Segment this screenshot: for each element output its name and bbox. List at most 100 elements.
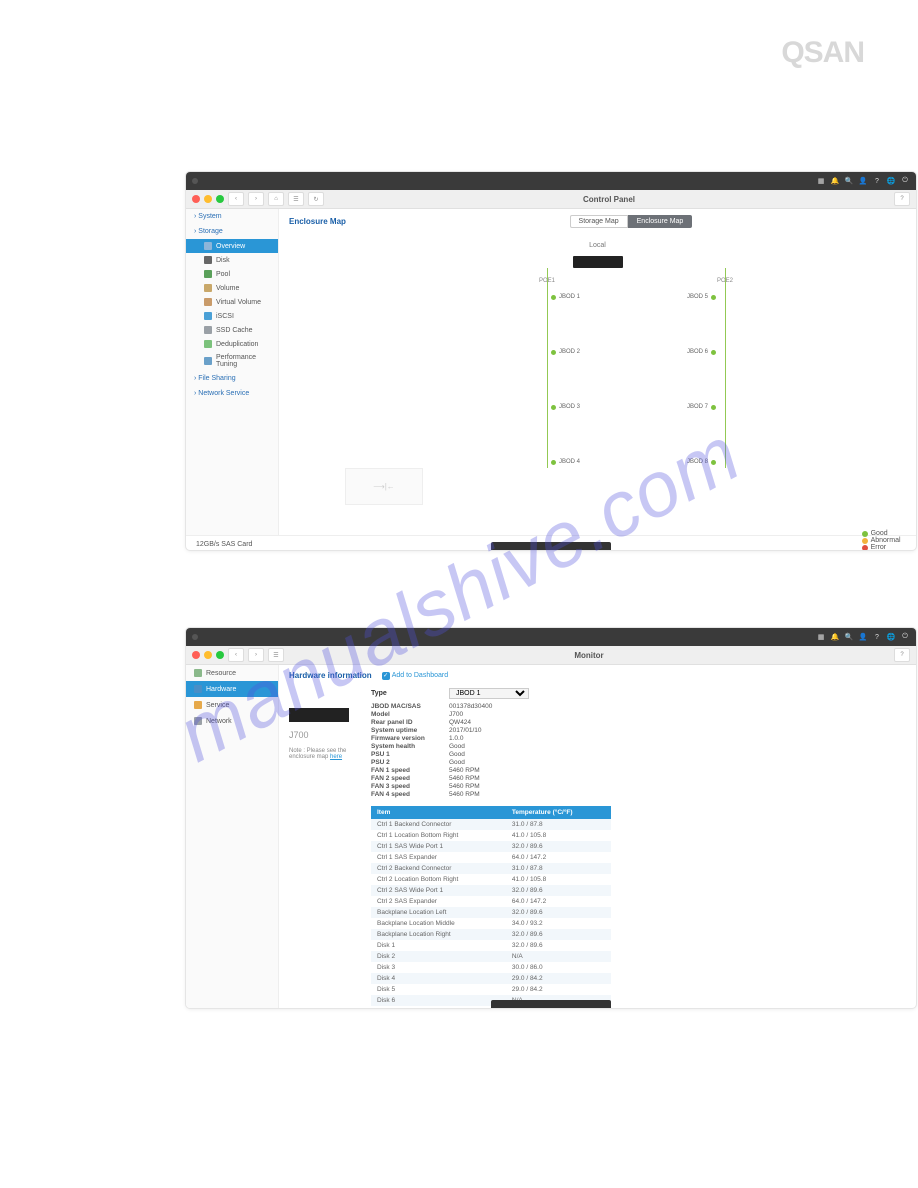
type-select[interactable]: JBOD 1 [449, 688, 529, 699]
help-icon[interactable]: ? [872, 176, 882, 186]
jbod-node[interactable]: JBOD 4 [551, 459, 580, 465]
close-icon[interactable] [192, 195, 200, 203]
cell-item: Ctrl 1 Location Bottom Right [371, 830, 506, 841]
sidebar-group[interactable]: › File Sharing [186, 371, 278, 386]
sidebar-item-icon [194, 685, 202, 693]
list-button[interactable]: ☰ [268, 648, 284, 662]
grid-icon[interactable]: ▦ [816, 632, 826, 642]
here-link[interactable]: here [330, 754, 342, 760]
view-tab[interactable]: Enclosure Map [628, 215, 693, 228]
local-device-icon[interactable] [573, 256, 623, 268]
back-button[interactable]: ‹ [228, 648, 244, 662]
sidebar-item[interactable]: Volume [186, 281, 278, 295]
col-temperature: Temperature (°C/°F) [506, 806, 611, 819]
jbod-node[interactable]: JBOD 7 [687, 404, 716, 410]
bell-icon[interactable]: 🔔 [830, 176, 840, 186]
sidebar-item[interactable]: Pool [186, 267, 278, 281]
sidebar-item[interactable]: Performance Tuning [186, 351, 278, 371]
sidebar-item[interactable]: Resource [186, 665, 278, 681]
jbod-node[interactable]: JBOD 8 [687, 459, 716, 465]
add-to-dashboard-checkbox[interactable]: ✓ Add to Dashboard [382, 672, 448, 680]
status-dot-icon [711, 405, 716, 410]
globe-icon[interactable]: 🌐 [886, 176, 896, 186]
refresh-button[interactable]: ↻ [308, 192, 324, 206]
image-placeholder-icon: ⟶|← [345, 468, 423, 505]
temperature-table: Item Temperature (°C/°F) Ctrl 1 Backend … [371, 806, 611, 1008]
maximize-icon[interactable] [216, 195, 224, 203]
sidebar-item[interactable]: Disk [186, 253, 278, 267]
sidebar: ResourceHardware Service Network [186, 665, 279, 1008]
list-button[interactable]: ☰ [288, 192, 304, 206]
sidebar-item[interactable]: iSCSI [186, 309, 278, 323]
view-tab[interactable]: Storage Map [570, 215, 628, 228]
cell-item: Ctrl 1 SAS Wide Port 1 [371, 841, 506, 852]
sidebar-item-icon [194, 701, 202, 709]
kv-key: Firmware version [371, 735, 449, 742]
search-icon[interactable]: 🔍 [844, 176, 854, 186]
kv-key: Model [371, 711, 449, 718]
jbod-node[interactable]: JBOD 5 [687, 294, 716, 300]
table-row: Ctrl 1 SAS Expander64.0 / 147.2 [371, 852, 611, 863]
sidebar-item[interactable]: Overview [186, 239, 278, 253]
local-label: Local [589, 242, 606, 249]
os-topbar: ▦ 🔔 🔍 👤 ? 🌐 ⏻ [186, 628, 916, 646]
grid-icon[interactable]: ▦ [816, 176, 826, 186]
sidebar-group[interactable]: › System [186, 209, 278, 224]
maximize-icon[interactable] [216, 651, 224, 659]
cell-item: Disk 3 [371, 962, 506, 973]
cell-item: Ctrl 1 SAS Expander [371, 852, 506, 863]
power-icon[interactable]: ⏻ [900, 176, 910, 186]
cell-temp: 41.0 / 105.8 [506, 874, 611, 885]
user-icon[interactable]: 👤 [858, 632, 868, 642]
kv-key: FAN 2 speed [371, 775, 449, 782]
jbod-node[interactable]: JBOD 2 [551, 349, 580, 355]
search-icon[interactable]: 🔍 [844, 632, 854, 642]
cell-item: Disk 2 [371, 951, 506, 962]
cell-temp: 32.0 / 89.6 [506, 940, 611, 951]
cell-item: Backplane Location Middle [371, 918, 506, 929]
table-row: Ctrl 2 SAS Expander64.0 / 147.2 [371, 896, 611, 907]
sidebar-group[interactable]: › Network Service [186, 386, 278, 401]
sidebar-item[interactable]: Virtual Volume [186, 295, 278, 309]
sidebar-item-icon [204, 312, 212, 320]
power-icon[interactable]: ⏻ [900, 632, 910, 642]
sidebar-item-icon [204, 256, 212, 264]
sidebar-group[interactable]: › Storage [186, 224, 278, 239]
help-icon[interactable]: ? [872, 632, 882, 642]
table-row: Ctrl 2 Backend Connector31.0 / 87.8 [371, 863, 611, 874]
sidebar-item-label: Service [206, 702, 229, 709]
back-button[interactable]: ‹ [228, 192, 244, 206]
sidebar-item[interactable]: SSD Cache [186, 323, 278, 337]
model-badge: J700 [289, 730, 359, 740]
status-dot-icon [711, 350, 716, 355]
close-icon[interactable] [192, 651, 200, 659]
window-help-button[interactable]: ? [894, 648, 910, 662]
chain-line-right [725, 268, 726, 468]
jbod-node[interactable]: JBOD 3 [551, 404, 580, 410]
forward-button[interactable]: › [248, 648, 264, 662]
cell-temp: 32.0 / 89.6 [506, 929, 611, 940]
jbod-node[interactable]: JBOD 6 [687, 349, 716, 355]
user-icon[interactable]: 👤 [858, 176, 868, 186]
sidebar-item[interactable]: Deduplication [186, 337, 278, 351]
cell-item: Disk 7 [371, 1006, 506, 1008]
minimize-icon[interactable] [204, 651, 212, 659]
minimize-icon[interactable] [204, 195, 212, 203]
globe-icon[interactable]: 🌐 [886, 632, 896, 642]
forward-button[interactable]: › [248, 192, 264, 206]
sidebar-item[interactable]: Hardware [186, 681, 278, 697]
kv-value: 5460 RPM [449, 775, 906, 782]
window-titlebar: ‹ › ☰ Monitor ? [186, 646, 916, 665]
jbod-node[interactable]: JBOD 1 [551, 294, 580, 300]
bell-icon[interactable]: 🔔 [830, 632, 840, 642]
enclosure-image [289, 708, 349, 722]
sidebar-item[interactable]: Network [186, 713, 278, 729]
home-button[interactable]: ⌂ [268, 192, 284, 206]
legend-item: Error [862, 544, 906, 550]
dock [491, 1000, 611, 1008]
sidebar-item-icon [204, 270, 212, 278]
sidebar-item[interactable]: Service [186, 697, 278, 713]
window-help-button[interactable]: ? [894, 192, 910, 206]
sidebar-item-icon [204, 357, 212, 365]
table-row: Disk 429.0 / 84.2 [371, 973, 611, 984]
